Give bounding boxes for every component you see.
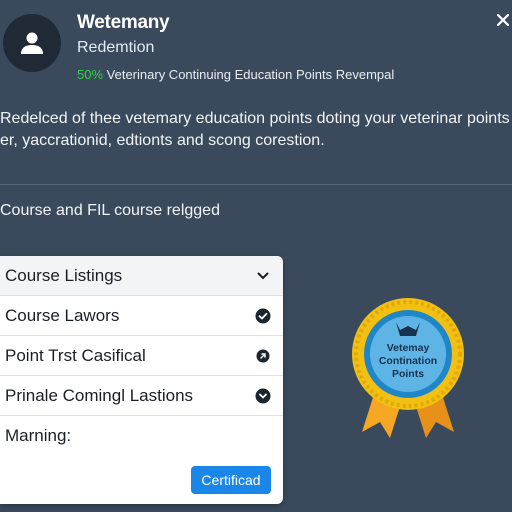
course-row[interactable]: Course Lawors [0, 296, 283, 336]
progress-text: Veterinary Continuing Education Points R… [106, 67, 395, 82]
course-listings-dropdown[interactable]: Course Listings [0, 256, 283, 296]
row-label: Prinale Comingl Lastions [5, 385, 194, 405]
check-circle-icon [255, 388, 271, 404]
user-icon [21, 32, 43, 54]
badge-line-1: Vetemay [386, 342, 430, 354]
row-label: Point Trst Casifical [5, 345, 146, 365]
course-row[interactable]: Prinale Comingl Lastions [0, 376, 283, 416]
description: Redelced of thee vetemary education poin… [0, 108, 512, 152]
progress-status: 50% Veterinary Continuing Education Poin… [77, 67, 394, 82]
row-label: Course Lawors [5, 305, 120, 325]
row-label: Course Listings [5, 265, 123, 285]
badge-line-2: Contination [378, 355, 438, 367]
description-line-2: er, yaccrationid, edtionts and scong cor… [0, 132, 325, 149]
divider [0, 184, 512, 185]
progress-percent: 50% [77, 67, 104, 82]
warning-label: Marning: [5, 426, 72, 445]
badge-line-3: Points [391, 368, 425, 380]
arrow-circle-icon [255, 348, 271, 364]
section-heading: Course and FIL course relgged [0, 202, 220, 219]
header: Wetemany Redemtion 50% Veterinary Contin… [0, 0, 512, 100]
course-panel: Course Listings Course Lawors Point Trst… [0, 256, 283, 504]
course-row[interactable]: Point Trst Casifical [0, 336, 283, 376]
avatar[interactable] [3, 14, 61, 72]
close-button[interactable] [494, 11, 512, 29]
chevron-down-icon [255, 268, 271, 284]
certificate-badge: Vetemay Contination Points [348, 296, 468, 440]
app-title: Wetemany [77, 12, 170, 33]
certificate-button[interactable]: Certificad [191, 466, 271, 494]
description-line-1: Redelced of thee vetemary education poin… [0, 110, 510, 127]
close-icon [497, 14, 509, 26]
page-subtitle: Redemtion [77, 39, 155, 56]
check-circle-icon [255, 308, 271, 324]
badge-text: Vetemay Contination Points [362, 342, 454, 381]
